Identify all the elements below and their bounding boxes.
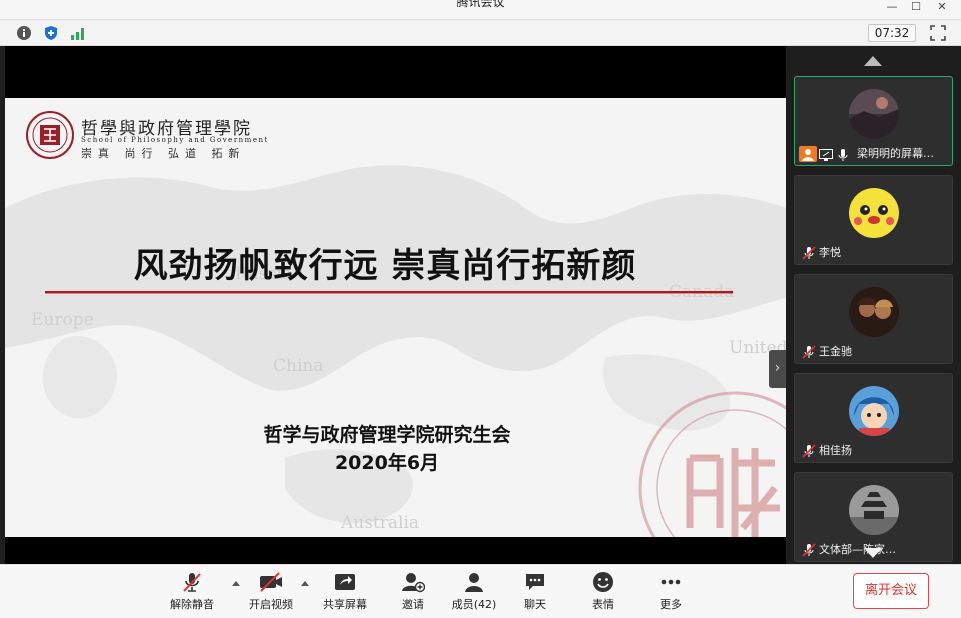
meeting-window: 腾讯会议 — ☐ ✕ 07:32 Europe China Australia … xyxy=(0,0,961,618)
avatar xyxy=(849,386,899,436)
unmute-button[interactable]: 解除静音 xyxy=(160,571,224,617)
muted-mic-icon xyxy=(802,246,816,260)
share-screen-button[interactable]: 共享屏幕 xyxy=(313,571,377,617)
reaction-button[interactable]: 表情 xyxy=(571,571,635,617)
participant-tile-1[interactable]: 李悦 xyxy=(794,175,953,265)
slide-title: 风劲扬帆致行远 崇真尚行拓新颜 xyxy=(133,246,637,286)
map-label-china: China xyxy=(273,356,324,376)
school-seal-logo xyxy=(26,111,74,159)
close-icon[interactable]: ✕ xyxy=(932,0,952,16)
participant-name: 梁明明的屏幕… xyxy=(857,147,934,160)
more-label: 更多 xyxy=(660,598,682,611)
more-button[interactable]: 更多 xyxy=(639,571,703,617)
participant-tile-2[interactable]: 王金驰 xyxy=(794,274,953,364)
chat-button[interactable]: 聊天 xyxy=(503,571,567,617)
muted-mic-icon xyxy=(802,543,816,557)
invite-label: 邀请 xyxy=(402,598,424,611)
avatar xyxy=(849,287,899,337)
school-motto: 崇真 尚行 弘道 拓新 xyxy=(81,147,246,160)
muted-mic-icon xyxy=(183,573,201,592)
unmute-label: 解除静音 xyxy=(170,598,214,611)
mic-icon xyxy=(838,149,848,161)
shield-icon[interactable] xyxy=(43,25,59,41)
map-label-europe: Europe xyxy=(31,310,94,330)
host-badge-icon xyxy=(799,146,817,162)
members-label: 成员(42) xyxy=(451,598,497,611)
participant-panel: 梁明明的屏幕… 李悦 王金驰 相佳扬 文体部—陈家… xyxy=(786,46,961,564)
minimize-icon[interactable]: — xyxy=(882,0,902,16)
map-label-australia: Australia xyxy=(341,513,420,533)
members-button[interactable]: 成员(42) xyxy=(442,571,506,617)
leave-meeting-button[interactable]: 离开会议 xyxy=(853,573,929,609)
slide-date: 2020年6月 xyxy=(334,452,440,474)
participant-name: 王金驰 xyxy=(819,345,852,358)
title-underline xyxy=(45,291,733,293)
meeting-timer: 07:32 xyxy=(868,24,916,42)
scroll-down-icon[interactable] xyxy=(864,548,882,558)
start-video-label: 开启视频 xyxy=(249,598,293,611)
avatar xyxy=(849,485,899,535)
participant-tile-3[interactable]: 相佳扬 xyxy=(794,373,953,463)
title-bar: 腾讯会议 — ☐ ✕ xyxy=(0,0,961,20)
avatar xyxy=(849,89,899,139)
info-bar: 07:32 xyxy=(0,20,961,46)
share-screen-icon xyxy=(335,574,355,590)
invite-button[interactable]: 邀请 xyxy=(381,571,445,617)
add-user-icon xyxy=(402,573,425,593)
start-video-button[interactable]: 开启视频 xyxy=(239,571,303,617)
window-title: 腾讯会议 xyxy=(456,0,505,9)
participant-tile-0[interactable]: 梁明明的屏幕… xyxy=(794,76,953,166)
scroll-up-icon[interactable] xyxy=(864,56,882,66)
school-name-en: School of Philosophy and Government xyxy=(81,136,269,144)
chat-label: 聊天 xyxy=(524,598,546,611)
shared-screen: Europe China Australia Russia Canada Uni… xyxy=(5,46,786,564)
participant-name: 李悦 xyxy=(819,246,841,259)
more-dots-icon xyxy=(661,579,681,585)
maximize-icon[interactable]: ☐ xyxy=(906,0,926,16)
avatar xyxy=(849,188,899,238)
slide-organization: 哲学与政府管理学院研究生会 xyxy=(263,424,511,446)
muted-mic-icon xyxy=(802,345,816,359)
members-icon xyxy=(465,573,483,592)
presentation-slide: Europe China Australia Russia Canada Uni… xyxy=(5,98,786,537)
chevron-right-icon[interactable]: › xyxy=(769,350,786,388)
video-options-caret-icon[interactable] xyxy=(301,581,309,586)
screen-share-icon xyxy=(819,149,833,161)
muted-mic-icon xyxy=(802,444,816,458)
video-off-icon xyxy=(260,572,282,592)
info-icon[interactable] xyxy=(16,25,32,41)
smiley-icon xyxy=(593,572,613,592)
share-screen-label: 共享屏幕 xyxy=(323,598,367,611)
fullscreen-icon[interactable] xyxy=(930,25,946,41)
participant-name: 相佳扬 xyxy=(819,444,852,457)
chat-icon xyxy=(526,574,544,590)
participant-name: 文体部—陈家… xyxy=(819,543,896,556)
signal-icon[interactable] xyxy=(70,25,86,41)
meeting-toolbar: 解除静音 开启视频 共享屏幕 邀请 成员(42) 聊天 表情 更多 离开会议 xyxy=(0,564,961,618)
reaction-label: 表情 xyxy=(592,598,614,611)
